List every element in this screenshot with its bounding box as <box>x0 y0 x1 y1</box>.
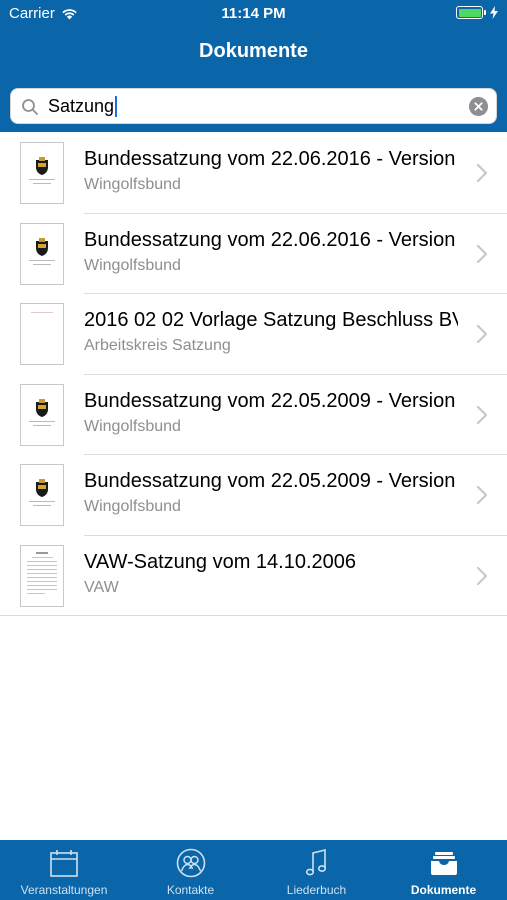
document-title: VAW-Satzung vom 14.10.2006 <box>84 550 357 573</box>
search-icon <box>22 99 38 115</box>
tab-liederbuch[interactable]: Liederbuch <box>253 840 380 900</box>
document-row[interactable]: Bundessatzung vom 22.06.2016 - Version W… <box>0 133 507 214</box>
crest-icon <box>36 398 48 417</box>
search-field[interactable]: Satzung <box>10 88 497 124</box>
tab-label: Dokumente <box>410 883 477 897</box>
document-row[interactable]: Bundessatzung vom 22.06.2016 - Version W… <box>0 214 507 294</box>
document-title: Bundessatzung vom 22.06.2016 - Version <box>84 228 456 251</box>
tab-kontakte[interactable]: Kontakte <box>128 840 253 900</box>
inbox-tray-icon <box>430 852 457 875</box>
chevron-right-icon <box>476 324 488 344</box>
chevron-right-icon <box>476 566 488 585</box>
document-thumbnail <box>20 383 64 446</box>
document-thumbnail <box>20 222 64 285</box>
document-title: Bundessatzung vom 22.05.2009 - Version <box>84 470 456 492</box>
document-row[interactable]: VAW-Satzung vom 14.10.2006 VAW <box>0 536 507 616</box>
document-author: Wingolfsbund <box>84 498 181 515</box>
tab-dokumente[interactable]: Dokumente <box>380 840 507 900</box>
clear-search-icon[interactable] <box>469 97 488 116</box>
document-title: Bundessatzung vom 22.06.2016 - Version <box>84 148 456 170</box>
page-title: Dokumente <box>199 40 308 62</box>
chevron-right-icon <box>476 163 488 183</box>
search-query: Satzung <box>48 96 115 116</box>
charging-bolt-icon <box>490 6 498 19</box>
crest-icon <box>36 237 48 256</box>
document-author: Arbeitskreis Satzung <box>84 337 231 354</box>
tab-label: Liederbuch <box>286 883 347 897</box>
document-author: Wingolfsbund <box>84 417 181 435</box>
search-bar: Satzung <box>0 80 507 132</box>
status-time: 11:14 PM <box>221 5 286 22</box>
calendar-icon <box>50 850 78 877</box>
document-title: Bundessatzung vom 22.05.2009 - Version <box>84 389 456 412</box>
crest-icon <box>36 157 48 175</box>
document-thumbnail <box>20 303 64 365</box>
document-row[interactable]: 2016 02 02 Vorlage Satzung Beschluss BV … <box>0 294 507 375</box>
tab-label: Kontakte <box>166 883 215 897</box>
contacts-icon <box>176 848 205 878</box>
document-list: Bundessatzung vom 22.06.2016 - Version W… <box>0 133 507 616</box>
music-note-icon <box>305 848 326 876</box>
text-caret <box>115 96 118 117</box>
document-title: 2016 02 02 Vorlage Satzung Beschluss BV <box>84 309 458 331</box>
navigation-bar: Carrier 11:14 PM Dokumente <box>0 0 507 80</box>
document-author: Wingolfsbund <box>84 256 181 274</box>
document-author: Wingolfsbund <box>84 176 181 193</box>
chevron-right-icon <box>476 405 488 424</box>
tab-veranstaltungen[interactable]: Veranstaltungen <box>0 840 128 900</box>
chevron-right-icon <box>476 485 488 505</box>
document-thumbnail <box>20 544 64 607</box>
status-bar: Carrier 11:14 PM <box>0 0 507 28</box>
document-row[interactable]: Bundessatzung vom 22.05.2009 - Version W… <box>0 455 507 536</box>
search-input[interactable]: Satzung <box>48 96 118 117</box>
crest-icon <box>36 479 48 497</box>
chevron-right-icon <box>476 244 488 263</box>
document-thumbnail <box>20 464 64 526</box>
document-row[interactable]: Bundessatzung vom 22.05.2009 - Version W… <box>0 375 507 455</box>
battery-icon <box>456 6 498 19</box>
document-author: VAW <box>84 578 119 596</box>
document-thumbnail <box>20 142 64 204</box>
tab-bar: Veranstaltungen Kontakte Liederbuch Doku… <box>0 840 507 900</box>
tab-label: Veranstaltungen <box>20 883 108 897</box>
